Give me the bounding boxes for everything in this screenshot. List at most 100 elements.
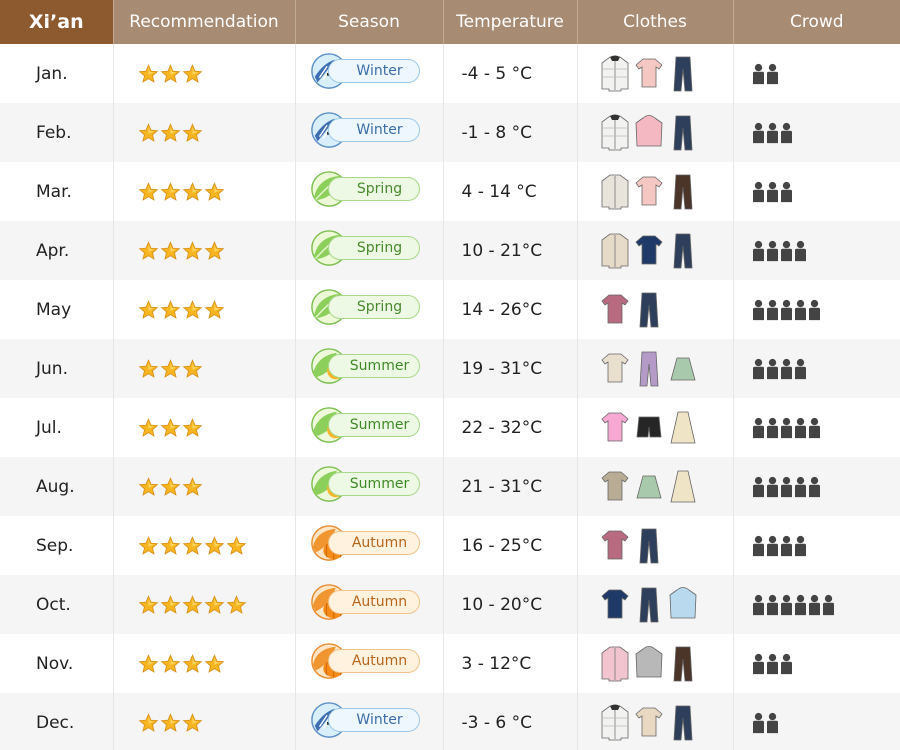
black-shorts-icon bbox=[636, 416, 661, 437]
recommendation-cell bbox=[113, 516, 296, 575]
recommendation-cell bbox=[113, 221, 296, 280]
star-icon bbox=[160, 63, 180, 83]
star-icon bbox=[182, 181, 202, 201]
season-cell: Spring bbox=[295, 162, 444, 221]
star-icon bbox=[204, 299, 224, 319]
month-cell: May bbox=[0, 280, 114, 339]
person-icon bbox=[766, 299, 778, 320]
person-icon bbox=[794, 417, 806, 438]
star-icon bbox=[160, 417, 180, 437]
clothes-cell bbox=[577, 575, 734, 634]
person-icon bbox=[752, 535, 764, 556]
recommendation-cell bbox=[113, 398, 296, 457]
season-badge: Autumn bbox=[310, 643, 422, 679]
star-icon bbox=[182, 240, 202, 260]
navy-jeans-icon bbox=[673, 233, 692, 268]
cream-dress-icon bbox=[669, 470, 696, 502]
person-icon bbox=[752, 712, 764, 733]
clothes-cell bbox=[577, 516, 734, 575]
star-icon bbox=[160, 299, 180, 319]
travel-weather-table: Xi’an Recommendation Season Temperature … bbox=[0, 0, 900, 750]
beige-polo-icon bbox=[600, 353, 629, 382]
star-icon bbox=[182, 299, 202, 319]
person-icon bbox=[766, 122, 778, 143]
green-skirt-icon bbox=[635, 475, 662, 498]
person-icon bbox=[766, 476, 778, 497]
mauve-shirt-icon bbox=[600, 530, 629, 559]
month-cell: Apr. bbox=[0, 221, 114, 280]
season-cell: Autumn bbox=[295, 634, 444, 693]
star-icon bbox=[226, 535, 246, 555]
person-icon bbox=[766, 712, 778, 733]
season-label: Spring bbox=[327, 236, 420, 260]
star-icon bbox=[182, 63, 202, 83]
star-icon bbox=[138, 535, 158, 555]
person-icon bbox=[794, 299, 806, 320]
temperature-cell: 14 - 26°C bbox=[443, 280, 578, 339]
star-icon bbox=[160, 712, 180, 732]
clothes-cell bbox=[577, 398, 734, 457]
temperature-cell: 16 - 25°C bbox=[443, 516, 578, 575]
season-label: Spring bbox=[327, 177, 420, 201]
recommendation-cell bbox=[113, 103, 296, 162]
star-icon bbox=[138, 240, 158, 260]
person-icon bbox=[766, 417, 778, 438]
season-label: Autumn bbox=[327, 590, 420, 614]
month-cell: Sep. bbox=[0, 516, 114, 575]
city-header: Xi’an bbox=[0, 0, 114, 44]
person-icon bbox=[794, 594, 806, 615]
temperature-cell: 4 - 14 °C bbox=[443, 162, 578, 221]
person-icon bbox=[752, 181, 764, 202]
season-badge: Autumn bbox=[310, 525, 422, 561]
person-icon bbox=[766, 181, 778, 202]
person-icon bbox=[780, 476, 792, 497]
table-row: Jun. Summer 19 - 31°C bbox=[0, 339, 900, 398]
navy-jeans-icon bbox=[673, 115, 692, 150]
table-row: May Spring 14 - 26°C bbox=[0, 280, 900, 339]
person-icon bbox=[780, 653, 792, 674]
star-icon bbox=[160, 122, 180, 142]
table-row: Jan. Winter -4 - 5 °C bbox=[0, 44, 900, 103]
clothes-cell bbox=[577, 221, 734, 280]
temperature-cell: 10 - 20°C bbox=[443, 575, 578, 634]
person-icon bbox=[752, 476, 764, 497]
pink-tshirt-icon bbox=[600, 412, 629, 441]
season-cell: Spring bbox=[295, 221, 444, 280]
person-icon bbox=[794, 476, 806, 497]
season-badge: Spring bbox=[310, 230, 422, 266]
table-row: Sep. Autumn 16 - 25°C bbox=[0, 516, 900, 575]
season-header: Season bbox=[295, 0, 444, 44]
season-cell: Summer bbox=[295, 457, 444, 516]
star-icon bbox=[204, 181, 224, 201]
star-icon bbox=[138, 417, 158, 437]
person-icon bbox=[794, 240, 806, 261]
table-row: Dec. Winter -3 - 6 °C bbox=[0, 693, 900, 750]
crowd-cell bbox=[733, 516, 900, 575]
star-icon bbox=[182, 594, 202, 614]
pink-jacket-icon bbox=[601, 646, 628, 681]
person-icon bbox=[752, 653, 764, 674]
pink-hoodie-icon bbox=[635, 114, 662, 146]
person-icon bbox=[822, 594, 834, 615]
crowd-cell bbox=[733, 280, 900, 339]
star-icon bbox=[182, 358, 202, 378]
season-cell: Spring bbox=[295, 280, 444, 339]
light-blue-hoodie-icon bbox=[669, 586, 696, 618]
table-row: Aug. Summer 21 - 31°C bbox=[0, 457, 900, 516]
season-cell: Winter bbox=[295, 103, 444, 162]
season-cell: Winter bbox=[295, 693, 444, 750]
recommendation-cell bbox=[113, 44, 296, 103]
star-icon bbox=[160, 653, 180, 673]
star-icon bbox=[138, 653, 158, 673]
crowd-cell bbox=[733, 103, 900, 162]
person-icon bbox=[766, 358, 778, 379]
person-icon bbox=[752, 417, 764, 438]
star-icon bbox=[138, 712, 158, 732]
person-icon bbox=[780, 535, 792, 556]
temperature-cell: -4 - 5 °C bbox=[443, 44, 578, 103]
season-label: Summer bbox=[327, 472, 420, 496]
season-label: Spring bbox=[327, 295, 420, 319]
month-cell: Jul. bbox=[0, 398, 114, 457]
star-icon bbox=[160, 594, 180, 614]
khaki-tshirt-icon bbox=[600, 471, 629, 500]
